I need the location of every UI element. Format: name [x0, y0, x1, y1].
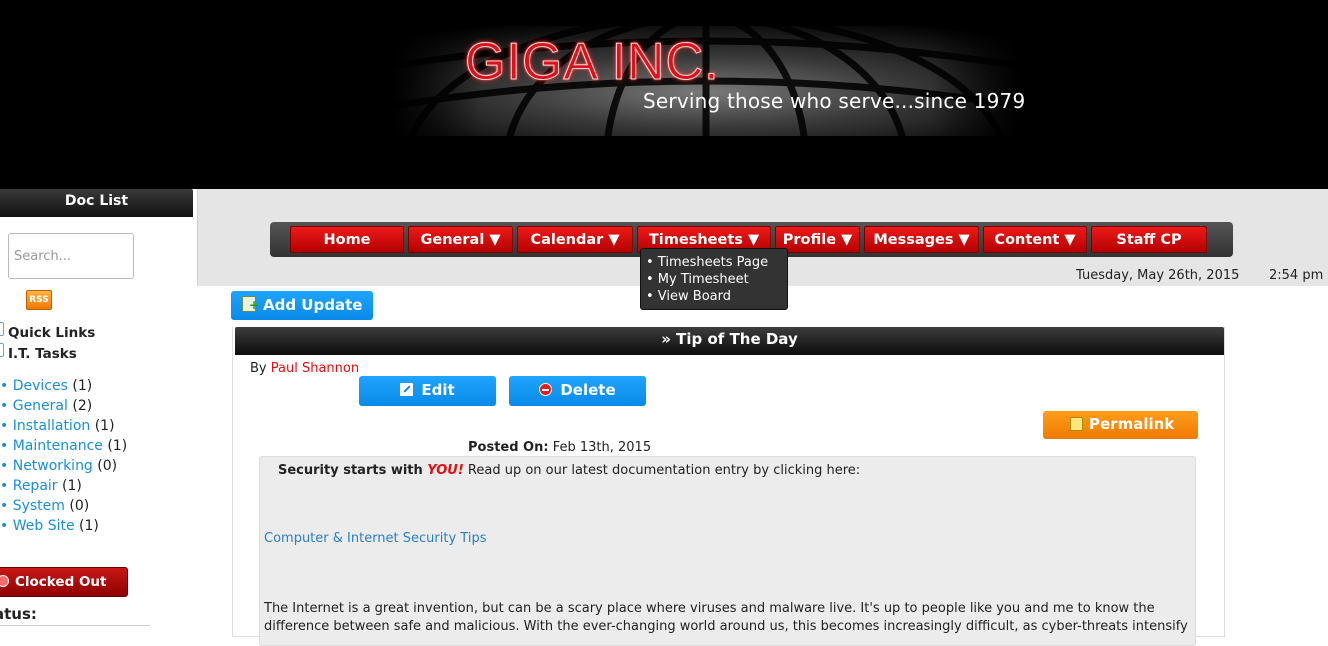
bullet-icon: •: [0, 518, 13, 534]
edit-label: Edit: [421, 381, 455, 399]
category-name[interactable]: Web Site: [13, 518, 75, 534]
clocked-out-button[interactable]: Clocked Out: [0, 567, 128, 597]
sidebar-title: Doc List: [0, 189, 193, 217]
it-tasks-link[interactable]: I.T. Tasks: [8, 346, 77, 362]
nav-home[interactable]: Home: [290, 226, 404, 253]
category-item-devices[interactable]: • Devices (1): [0, 376, 190, 396]
category-count: (1): [79, 518, 99, 534]
category-count: (1): [72, 378, 93, 394]
category-name[interactable]: System: [13, 498, 65, 514]
by-prefix: By: [250, 361, 271, 376]
bullet-icon: •: [0, 478, 13, 494]
category-count: (1): [94, 418, 115, 434]
status-label: atus:: [0, 605, 37, 623]
category-item-system[interactable]: • System (0): [0, 496, 190, 516]
timesheets-dropdown: • Timesheets Page • My Timesheet • View …: [640, 248, 788, 310]
checkbox-icon[interactable]: [0, 343, 4, 357]
search-input[interactable]: [8, 233, 134, 279]
add-update-button[interactable]: Add Update: [231, 291, 373, 320]
security-tips-link[interactable]: Computer & Internet Security Tips: [264, 531, 486, 546]
dropdown-item-my-timesheet[interactable]: • My Timesheet: [646, 271, 787, 288]
quick-links-link[interactable]: Quick Links: [8, 325, 95, 341]
edit-button[interactable]: Edit: [359, 376, 496, 406]
bullet-icon: •: [0, 418, 13, 434]
post-body: Security starts with YOU! Read up on our…: [259, 456, 1196, 646]
nav-general[interactable]: General ▼: [408, 226, 513, 253]
company-logo: GIGA INC.: [465, 33, 720, 92]
bullet-icon: •: [0, 398, 13, 414]
category-item-web-site[interactable]: • Web Site (1): [0, 516, 190, 536]
delete-button[interactable]: Delete: [509, 376, 646, 406]
current-time: 2:54 pm: [1269, 268, 1324, 283]
post-paragraph: The Internet is a great invention, but c…: [264, 601, 1188, 634]
category-item-maintenance[interactable]: • Maintenance (1): [0, 436, 190, 456]
posted-date: Feb 13th, 2015: [548, 440, 652, 455]
main-content: Home General ▼ Calendar ▼ Timesheets ▼ Profi…: [193, 189, 1328, 646]
permalink-label: Permalink: [1089, 415, 1175, 433]
category-item-installation[interactable]: • Installation (1): [0, 416, 190, 436]
post-header: » Tip of The Day: [235, 327, 1224, 355]
category-count: (1): [107, 438, 128, 454]
category-name[interactable]: Devices: [13, 378, 68, 394]
nav-staff-cp[interactable]: Staff CP: [1091, 226, 1207, 253]
add-document-icon: [242, 296, 259, 312]
header-banner: GIGA INC. Serving those who serve...sinc…: [0, 0, 1328, 189]
edit-icon: [400, 383, 414, 396]
bullet-icon: •: [0, 378, 13, 394]
checkbox-icon[interactable]: [0, 322, 4, 336]
tip-line: Security starts with YOU! Read up on our…: [278, 463, 860, 478]
add-update-label: Add Update: [263, 296, 363, 314]
dropdown-item-timesheets-page[interactable]: • Timesheets Page: [646, 254, 787, 271]
dropdown-item-view-board[interactable]: • View Board: [646, 288, 787, 305]
category-count: (0): [97, 458, 118, 474]
category-name[interactable]: Installation: [13, 418, 91, 434]
permalink-button[interactable]: Permalink: [1043, 411, 1198, 439]
nav-calendar[interactable]: Calendar ▼: [517, 226, 633, 253]
category-item-general[interactable]: • General (2): [0, 396, 190, 416]
category-count: (1): [62, 478, 82, 494]
post-byline: By Paul Shannon: [250, 361, 359, 376]
delete-icon: [539, 383, 553, 396]
delete-label: Delete: [560, 381, 616, 399]
nav-messages[interactable]: Messages ▼: [864, 226, 979, 253]
bullet-icon: •: [0, 458, 13, 474]
tip-strong: Security starts with: [278, 463, 428, 478]
category-list: • Devices (1) • General (2) • Installati…: [0, 376, 190, 536]
current-date: Tuesday, May 26th, 2015: [1076, 268, 1240, 283]
category-item-networking[interactable]: • Networking (0): [0, 456, 190, 476]
category-name[interactable]: General: [13, 398, 68, 414]
category-count: (0): [69, 498, 90, 514]
bullet-icon: •: [0, 438, 13, 454]
sidebar: Doc List RSS Quick Links I.T. Tasks • De…: [0, 189, 193, 630]
post-card: » Tip of The Day By Paul Shannon Edit De…: [232, 327, 1225, 646]
clocked-out-label: Clocked Out: [15, 574, 107, 590]
category-name[interactable]: Repair: [13, 478, 58, 494]
category-name[interactable]: Networking: [13, 458, 93, 474]
bullet-icon: •: [0, 498, 13, 514]
nav-content[interactable]: Content ▼: [983, 226, 1087, 253]
rss-icon[interactable]: RSS: [26, 290, 52, 310]
tip-you: YOU!: [427, 463, 464, 478]
category-name[interactable]: Maintenance: [13, 438, 103, 454]
company-tagline: Serving those who serve...since 1979: [643, 89, 1026, 113]
tip-rest: Read up on our latest documentation entr…: [463, 463, 861, 478]
category-item-repair[interactable]: • Repair (1): [0, 476, 190, 496]
permalink-icon: [1070, 417, 1083, 431]
posted-on-label: Posted On:: [468, 440, 549, 455]
author-link[interactable]: Paul Shannon: [271, 361, 359, 376]
category-count: (2): [72, 398, 93, 414]
posted-on: Posted On: Feb 13th, 2015: [468, 440, 651, 455]
status-divider: [0, 625, 150, 626]
stop-icon: [0, 575, 9, 587]
